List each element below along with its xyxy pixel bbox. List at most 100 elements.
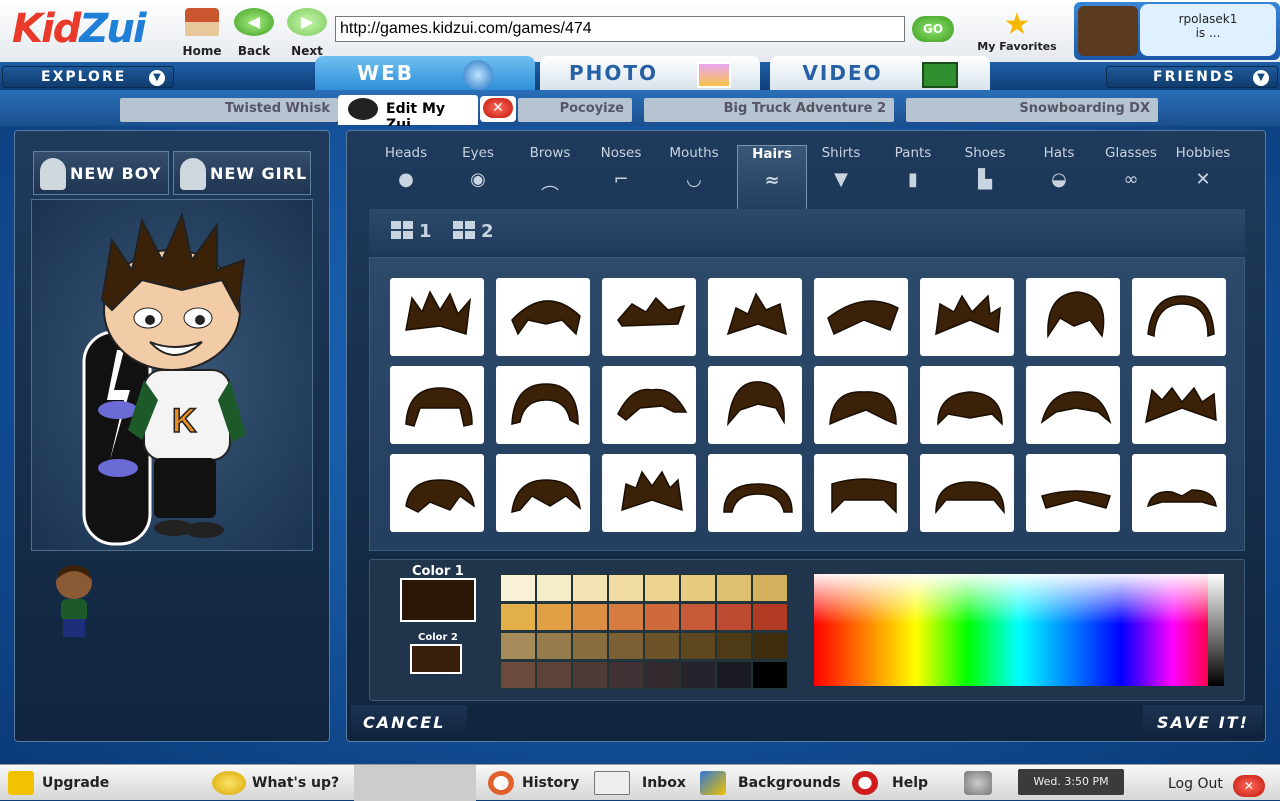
hair-option[interactable] bbox=[814, 366, 908, 444]
hair-option[interactable] bbox=[390, 278, 484, 356]
mini-avatar[interactable] bbox=[49, 563, 99, 643]
next-button[interactable]: ▶ Next bbox=[281, 4, 333, 62]
page-tab[interactable]: Snowboarding DX bbox=[906, 98, 1158, 122]
my-favorites-button[interactable]: ★ My Favorites bbox=[972, 10, 1062, 54]
color-2-swatch[interactable] bbox=[410, 644, 462, 674]
hair-option[interactable] bbox=[814, 454, 908, 532]
color-swatch[interactable] bbox=[716, 661, 752, 689]
hair-option[interactable] bbox=[1132, 278, 1226, 356]
back-button[interactable]: ◀ Back bbox=[228, 4, 280, 62]
grayscale-strip[interactable] bbox=[1208, 574, 1224, 686]
tab-glasses[interactable]: Glasses ∞ bbox=[1096, 145, 1166, 209]
tab-video[interactable]: VIDEO bbox=[770, 56, 990, 90]
color-swatch[interactable] bbox=[536, 603, 572, 631]
color-swatch[interactable] bbox=[608, 661, 644, 689]
logout-button[interactable]: Log Out ✕ bbox=[1168, 765, 1265, 801]
tab-mouths[interactable]: Mouths ◡ bbox=[659, 145, 729, 209]
color-swatch[interactable] bbox=[644, 632, 680, 660]
color-swatch[interactable] bbox=[752, 603, 788, 631]
tab-shirts[interactable]: Shirts ▼ bbox=[806, 145, 876, 209]
history-button[interactable]: History bbox=[488, 765, 579, 801]
tab-heads[interactable]: Heads ● bbox=[371, 145, 441, 209]
color-swatch[interactable] bbox=[536, 632, 572, 660]
tab-noses[interactable]: Noses ⌐ bbox=[586, 145, 656, 209]
hair-option[interactable] bbox=[920, 454, 1014, 532]
color-swatch[interactable] bbox=[680, 661, 716, 689]
color-swatch[interactable] bbox=[608, 574, 644, 602]
color-swatch[interactable] bbox=[536, 574, 572, 602]
hair-option[interactable] bbox=[708, 454, 802, 532]
kidzui-logo[interactable]: KidZui bbox=[12, 6, 147, 52]
backgrounds-button[interactable]: Backgrounds bbox=[700, 765, 841, 801]
new-boy-button[interactable]: NEW BOY bbox=[33, 151, 169, 195]
color-swatch[interactable] bbox=[500, 632, 536, 660]
hair-option[interactable] bbox=[496, 454, 590, 532]
color-swatch[interactable] bbox=[572, 603, 608, 631]
hair-option[interactable] bbox=[602, 278, 696, 356]
hair-option[interactable] bbox=[390, 366, 484, 444]
inbox-button[interactable]: Inbox bbox=[594, 765, 686, 801]
hair-option[interactable] bbox=[1026, 454, 1120, 532]
cancel-button[interactable]: CANCEL bbox=[351, 705, 467, 739]
page-tab[interactable]: Big Truck Adventure 2 bbox=[644, 98, 894, 122]
tab-photo[interactable]: PHOTO bbox=[540, 56, 760, 90]
color-swatch[interactable] bbox=[536, 661, 572, 689]
hair-option[interactable] bbox=[708, 366, 802, 444]
hair-option[interactable] bbox=[602, 366, 696, 444]
tab-hairs[interactable]: Hairs ≈ bbox=[737, 145, 807, 209]
new-girl-button[interactable]: NEW GIRL bbox=[173, 151, 311, 195]
color-swatch[interactable] bbox=[752, 574, 788, 602]
tab-hobbies[interactable]: Hobbies ✕ bbox=[1168, 145, 1238, 209]
close-tab-button[interactable]: ✕ bbox=[480, 96, 516, 122]
page-1-button[interactable]: 1 bbox=[391, 221, 432, 242]
page-2-button[interactable]: 2 bbox=[453, 221, 494, 242]
color-swatch[interactable] bbox=[608, 632, 644, 660]
hair-option[interactable] bbox=[920, 278, 1014, 356]
tab-pants[interactable]: Pants ▮ bbox=[878, 145, 948, 209]
go-button[interactable]: GO bbox=[912, 16, 954, 42]
hair-option[interactable] bbox=[602, 454, 696, 532]
color-swatch[interactable] bbox=[752, 632, 788, 660]
color-swatch[interactable] bbox=[500, 603, 536, 631]
user-panel[interactable]: rpolasek1 is ... bbox=[1074, 2, 1280, 60]
tab-shoes[interactable]: Shoes ▙ bbox=[950, 145, 1020, 209]
hair-option[interactable] bbox=[1026, 366, 1120, 444]
color-1-swatch[interactable] bbox=[400, 578, 476, 622]
color-spectrum[interactable] bbox=[814, 574, 1224, 686]
hair-option[interactable] bbox=[1132, 366, 1226, 444]
whats-up-button[interactable]: What's up? bbox=[212, 765, 339, 801]
tab-brows[interactable]: Brows ︵ bbox=[515, 145, 585, 209]
tab-hats[interactable]: Hats ◒ bbox=[1024, 145, 1094, 209]
color-swatch[interactable] bbox=[500, 574, 536, 602]
address-bar[interactable] bbox=[335, 16, 905, 42]
color-swatch[interactable] bbox=[680, 574, 716, 602]
color-swatch[interactable] bbox=[680, 603, 716, 631]
friends-menu[interactable]: FRIENDS ▼ bbox=[1106, 66, 1278, 88]
page-tab[interactable]: Pocoyize bbox=[518, 98, 632, 122]
color-swatch[interactable] bbox=[608, 603, 644, 631]
color-swatch[interactable] bbox=[572, 632, 608, 660]
color-swatch[interactable] bbox=[644, 661, 680, 689]
color-swatch[interactable] bbox=[716, 574, 752, 602]
page-tab-active[interactable]: Edit My Zui bbox=[338, 95, 478, 133]
color-swatch[interactable] bbox=[644, 574, 680, 602]
help-button[interactable]: Help bbox=[852, 765, 928, 801]
whats-up-field[interactable] bbox=[354, 765, 476, 801]
tab-eyes[interactable]: Eyes ◉ bbox=[443, 145, 513, 209]
hair-option[interactable] bbox=[390, 454, 484, 532]
tab-web[interactable]: WEB bbox=[315, 56, 535, 90]
page-tab[interactable]: Twisted Whisk bbox=[120, 98, 338, 122]
hair-option[interactable] bbox=[496, 366, 590, 444]
hair-option[interactable] bbox=[1026, 278, 1120, 356]
upgrade-button[interactable]: Upgrade bbox=[8, 765, 109, 801]
hair-option[interactable] bbox=[496, 278, 590, 356]
color-swatch[interactable] bbox=[644, 603, 680, 631]
color-swatch[interactable] bbox=[752, 661, 788, 689]
hair-option[interactable] bbox=[708, 278, 802, 356]
color-swatch[interactable] bbox=[572, 574, 608, 602]
explore-menu[interactable]: EXPLORE ▼ bbox=[2, 66, 174, 88]
color-swatch[interactable] bbox=[716, 632, 752, 660]
color-swatch[interactable] bbox=[680, 632, 716, 660]
volume-icon[interactable] bbox=[964, 771, 992, 795]
color-swatch[interactable] bbox=[716, 603, 752, 631]
